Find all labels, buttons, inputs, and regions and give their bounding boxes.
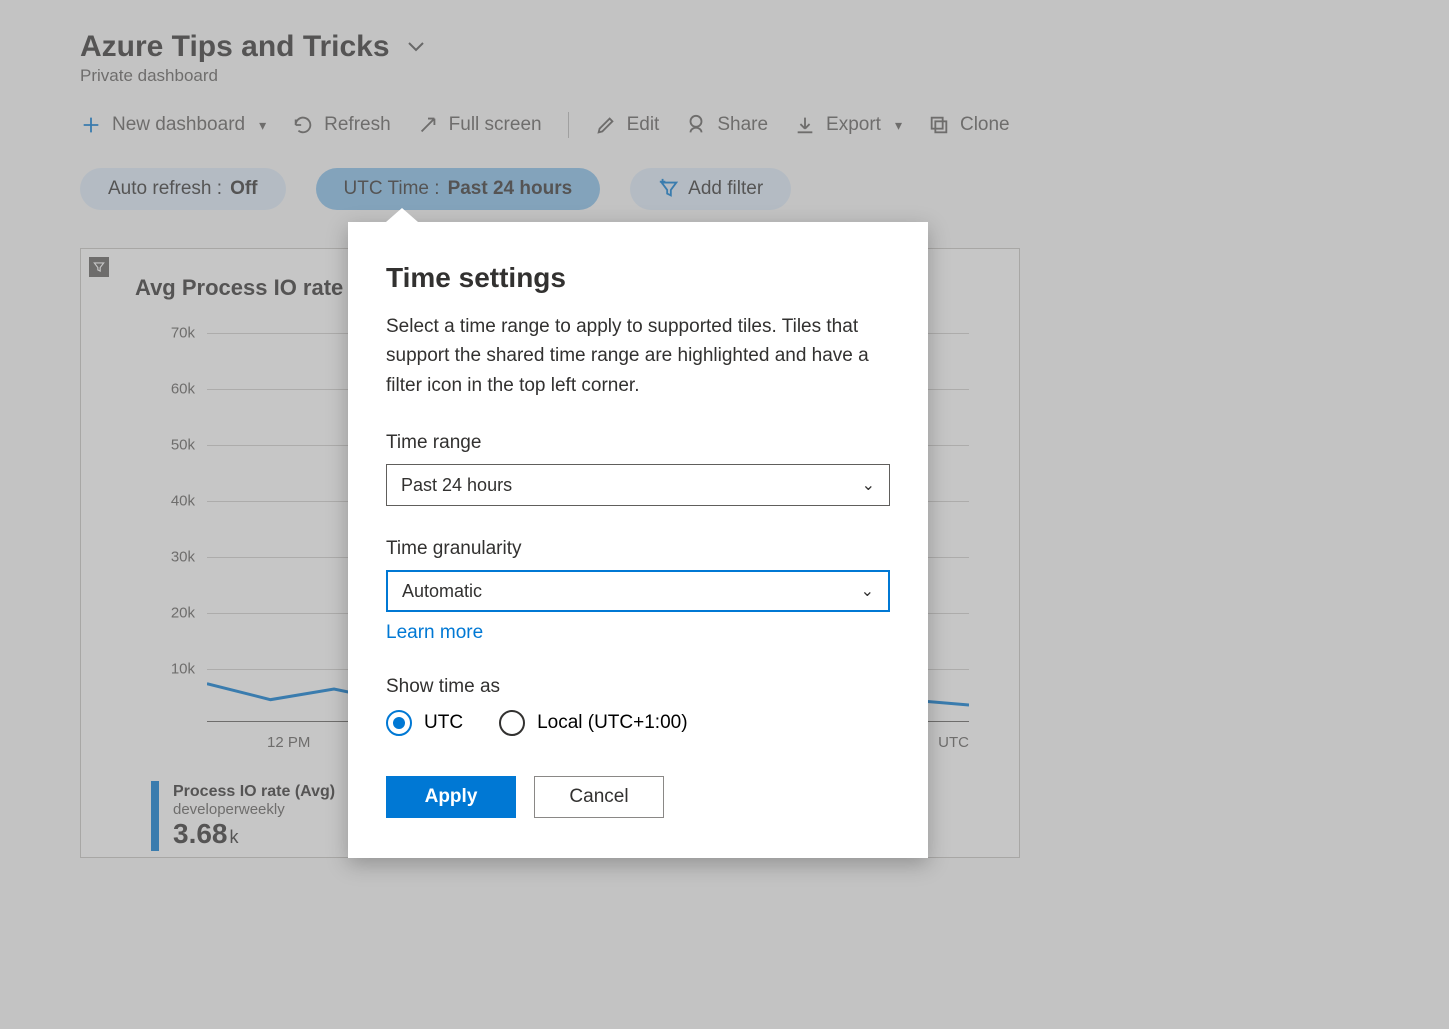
add-filter-icon	[658, 178, 680, 200]
download-icon	[794, 114, 816, 136]
time-range-select[interactable]: Past 24 hours ⌄	[386, 464, 890, 506]
share-icon	[685, 114, 707, 136]
show-time-as-label: Show time as	[386, 676, 890, 698]
y-axis-tick: 70k	[151, 325, 195, 342]
y-axis-tick: 20k	[151, 605, 195, 622]
learn-more-link[interactable]: Learn more	[386, 622, 483, 644]
timezone-label: UTC	[938, 734, 969, 751]
y-axis-tick: 60k	[151, 381, 195, 398]
granularity-select[interactable]: Automatic ⌄	[386, 570, 890, 612]
page-title: Azure Tips and Tricks	[80, 30, 390, 64]
chevron-down-icon: ▾	[895, 117, 902, 134]
separator	[568, 112, 569, 138]
metric-color-bar	[151, 781, 159, 851]
auto-refresh-pill[interactable]: Auto refresh : Off	[80, 168, 286, 210]
expand-icon	[417, 114, 439, 136]
plus-icon	[80, 114, 102, 136]
chevron-down-icon: ⌄	[861, 581, 874, 601]
page-subtitle: Private dashboard	[80, 66, 1369, 86]
add-filter-pill[interactable]: Add filter	[630, 168, 791, 210]
y-axis-tick: 10k	[151, 661, 195, 678]
popover-title: Time settings	[386, 262, 890, 294]
refresh-button[interactable]: Refresh	[292, 114, 391, 136]
y-axis-tick: 40k	[151, 493, 195, 510]
chevron-down-icon[interactable]	[404, 35, 428, 59]
export-button[interactable]: Export ▾	[794, 114, 902, 136]
copy-icon	[928, 114, 950, 136]
metric-value: 3.68k	[173, 818, 335, 850]
pencil-icon	[595, 114, 617, 136]
metric-resource: developerweekly	[173, 801, 335, 818]
chevron-down-icon: ⌄	[862, 475, 875, 495]
popover-description: Select a time range to apply to supporte…	[386, 312, 890, 400]
apply-button[interactable]: Apply	[386, 776, 516, 818]
time-settings-popover: Time settings Select a time range to app…	[348, 222, 928, 858]
full-screen-button[interactable]: Full screen	[417, 114, 542, 136]
local-radio[interactable]: Local (UTC+1:00)	[499, 710, 687, 736]
toolbar: New dashboard ▾ Refresh Full screen Edit…	[80, 112, 1369, 138]
x-axis-tick: 12 PM	[267, 734, 310, 751]
clone-button[interactable]: Clone	[928, 114, 1010, 136]
y-axis-tick: 50k	[151, 437, 195, 454]
y-axis-tick: 30k	[151, 549, 195, 566]
utc-radio[interactable]: UTC	[386, 710, 463, 736]
metric-name: Process IO rate (Avg)	[173, 783, 335, 801]
refresh-icon	[292, 114, 314, 136]
time-range-label: Time range	[386, 432, 890, 454]
cancel-button[interactable]: Cancel	[534, 776, 664, 818]
time-range-pill[interactable]: UTC Time : Past 24 hours	[316, 168, 601, 210]
new-dashboard-button[interactable]: New dashboard ▾	[80, 114, 266, 136]
granularity-label: Time granularity	[386, 538, 890, 560]
chevron-down-icon: ▾	[259, 117, 266, 134]
edit-button[interactable]: Edit	[595, 114, 660, 136]
filter-icon	[89, 257, 109, 277]
share-button[interactable]: Share	[685, 114, 768, 136]
